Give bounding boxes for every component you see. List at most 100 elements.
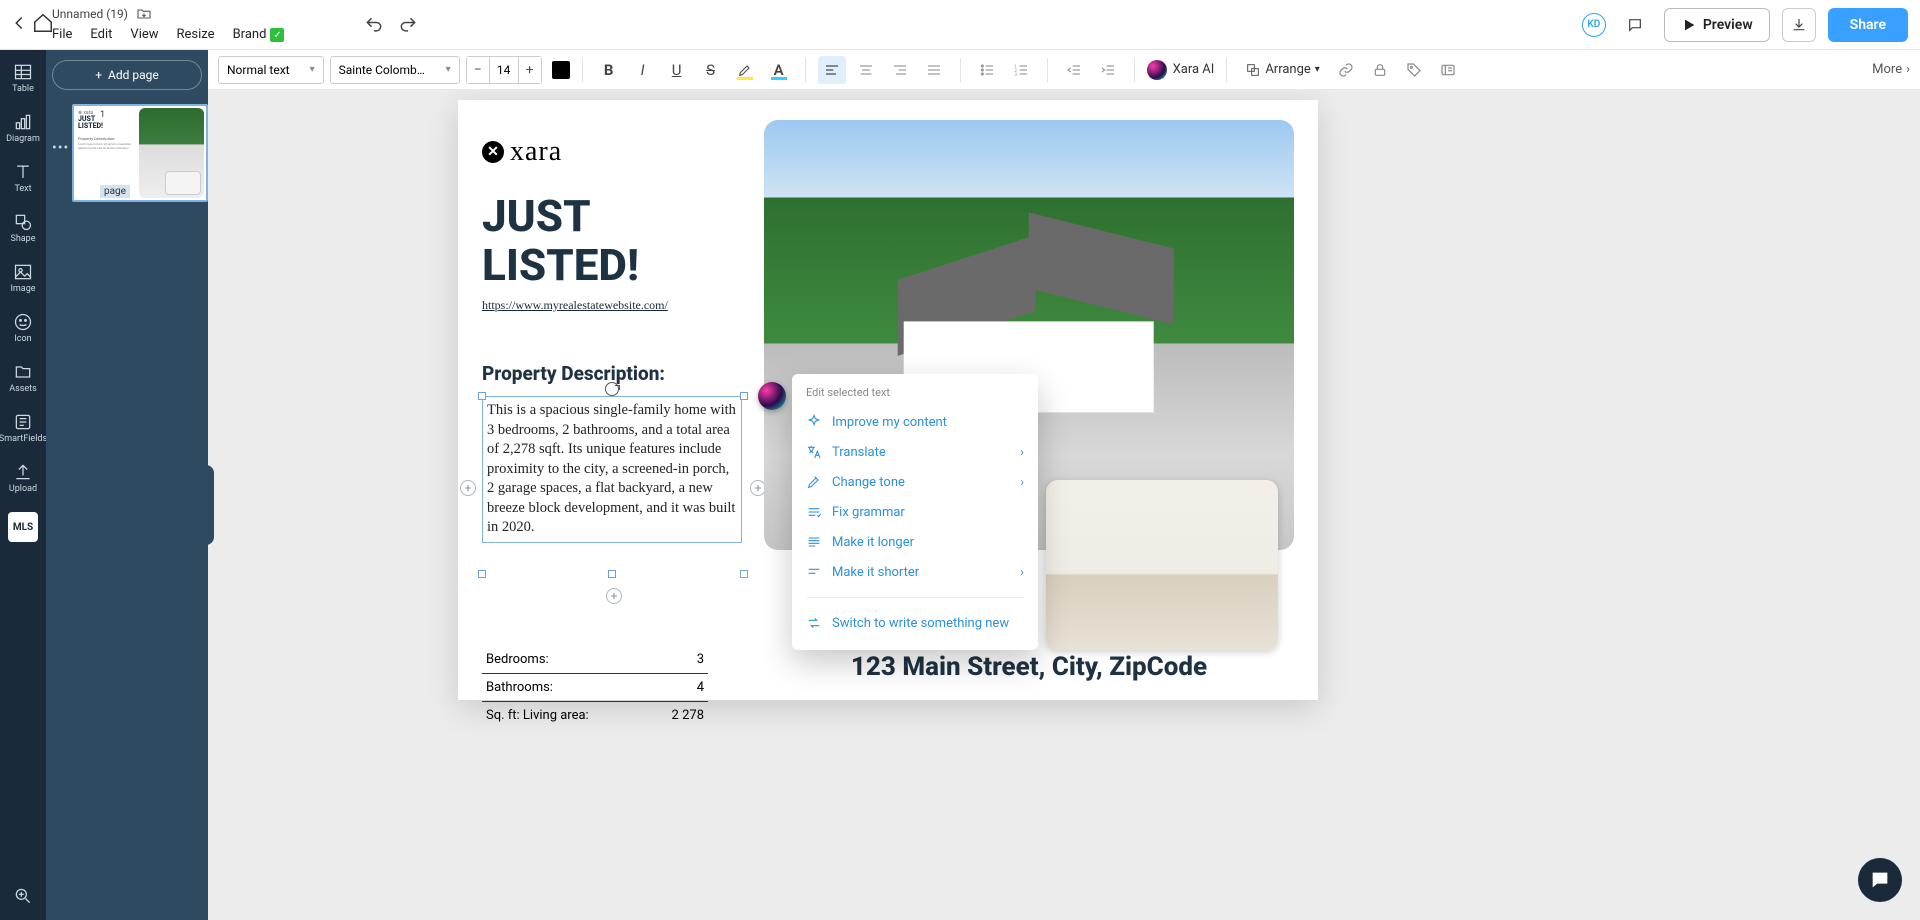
text-color-swatch[interactable] bbox=[552, 61, 570, 79]
move-to-folder-icon[interactable] bbox=[136, 6, 152, 22]
menu-view[interactable]: View bbox=[130, 27, 158, 42]
resize-handle[interactable] bbox=[478, 392, 486, 400]
add-page-button[interactable]: +Add page bbox=[52, 60, 202, 90]
document-name[interactable]: Unnamed (19) bbox=[52, 7, 128, 21]
ai-translate[interactable]: Translate› bbox=[792, 437, 1038, 467]
rail-upload[interactable]: Upload bbox=[0, 462, 46, 494]
app-header: Unnamed (19) File Edit View Resize Brand… bbox=[0, 0, 1920, 50]
align-center-icon[interactable] bbox=[852, 56, 880, 84]
preview-button[interactable]: Preview bbox=[1664, 8, 1770, 42]
text-style-select[interactable]: Normal text▾ bbox=[218, 56, 324, 84]
lock-icon[interactable] bbox=[1366, 56, 1394, 84]
ai-fix-grammar[interactable]: Fix grammar bbox=[792, 497, 1038, 527]
rail-icon[interactable]: Icon bbox=[0, 312, 46, 344]
back-home[interactable] bbox=[8, 12, 54, 34]
detail-value: 2 278 bbox=[672, 708, 704, 723]
ai-context-menu: Edit selected text Improve my content Tr… bbox=[792, 374, 1038, 650]
page-logo[interactable]: ✕ xara bbox=[482, 136, 562, 168]
menu-brand[interactable]: Brand✓ bbox=[233, 27, 285, 43]
section-title[interactable]: Property Description: bbox=[482, 362, 665, 385]
rail-zoom[interactable] bbox=[0, 886, 46, 906]
panel-expand-handle[interactable] bbox=[208, 465, 214, 545]
page-link[interactable]: https://www.myrealestatewebsite.com/ bbox=[482, 298, 668, 313]
bullet-list-icon[interactable] bbox=[973, 56, 1001, 84]
rotate-handle[interactable] bbox=[605, 382, 619, 396]
menu-resize[interactable]: Resize bbox=[177, 27, 215, 42]
left-tool-rail: Table Diagram Text Shape Image Icon Asse… bbox=[0, 50, 46, 920]
font-family-select[interactable]: Sainte Colombe Light▾ bbox=[330, 56, 460, 84]
page-thumbnail-1[interactable]: 1 ⊗ xara JUSTLISTED! Property Descriptio… bbox=[72, 104, 208, 202]
ai-improve-content[interactable]: Improve my content bbox=[792, 407, 1038, 437]
svg-text:3: 3 bbox=[1014, 72, 1017, 78]
smartfield-insert-icon[interactable] bbox=[1434, 56, 1462, 84]
page-title[interactable]: JUSTLISTED! bbox=[482, 192, 639, 291]
xara-ai-button[interactable]: Xara AI bbox=[1147, 60, 1215, 80]
rail-assets[interactable]: Assets bbox=[0, 362, 46, 394]
detail-value: 4 bbox=[697, 680, 704, 695]
canvas-area[interactable]: ✕ xara JUSTLISTED! https://www.myrealest… bbox=[208, 90, 1920, 920]
comments-icon[interactable] bbox=[1618, 8, 1652, 42]
font-size-increase[interactable]: + bbox=[519, 57, 541, 83]
address-text[interactable]: 123 Main Street, City, ZipCode bbox=[764, 652, 1294, 682]
text-toolbar: Normal text▾ Sainte Colombe Light▾ − + B… bbox=[208, 50, 1920, 90]
ai-make-shorter[interactable]: Make it shorter› bbox=[792, 557, 1038, 587]
rail-diagram[interactable]: Diagram bbox=[0, 112, 46, 144]
rail-mls[interactable]: MLS bbox=[8, 512, 38, 542]
add-handle-bottom[interactable]: + bbox=[606, 588, 622, 604]
page-thumb-menu-icon[interactable]: ••• bbox=[52, 140, 69, 156]
bold-icon[interactable]: B bbox=[595, 56, 623, 84]
text-color-icon[interactable]: A bbox=[765, 56, 793, 84]
share-button[interactable]: Share bbox=[1828, 8, 1908, 42]
font-size-input[interactable] bbox=[489, 57, 519, 83]
chevron-right-icon: › bbox=[1906, 62, 1910, 77]
plus-icon: + bbox=[95, 68, 102, 82]
font-size-decrease[interactable]: − bbox=[467, 57, 489, 83]
rail-table[interactable]: Table bbox=[0, 62, 46, 94]
rail-smartfields[interactable]: SmartFields bbox=[0, 412, 46, 444]
rail-image[interactable]: Image bbox=[0, 262, 46, 294]
align-right-icon[interactable] bbox=[886, 56, 914, 84]
resize-handle[interactable] bbox=[478, 570, 486, 578]
ai-make-longer[interactable]: Make it longer bbox=[792, 527, 1038, 557]
detail-label: Bedrooms: bbox=[486, 652, 549, 667]
download-button[interactable] bbox=[1782, 8, 1816, 42]
align-left-icon[interactable] bbox=[818, 56, 846, 84]
chat-fab[interactable] bbox=[1858, 858, 1902, 902]
align-justify-icon[interactable] bbox=[920, 56, 948, 84]
numbered-list-icon[interactable]: 123 bbox=[1007, 56, 1035, 84]
menu-edit[interactable]: Edit bbox=[90, 27, 112, 42]
chevron-down-icon: ▾ bbox=[1315, 64, 1320, 75]
user-avatar[interactable]: KD bbox=[1582, 13, 1606, 37]
underline-icon[interactable]: U bbox=[663, 56, 691, 84]
pages-panel: +Add page ••• 1 ⊗ xara JUSTLISTED! Prope… bbox=[46, 50, 208, 920]
redo-icon[interactable] bbox=[398, 15, 418, 35]
indent-decrease-icon[interactable] bbox=[1060, 56, 1088, 84]
rail-text[interactable]: Text bbox=[0, 162, 46, 194]
description-text-box[interactable]: This is a spacious single-family home wi… bbox=[482, 396, 742, 543]
indent-increase-icon[interactable] bbox=[1094, 56, 1122, 84]
strikethrough-icon[interactable]: S bbox=[697, 56, 725, 84]
ai-orb-icon[interactable] bbox=[758, 382, 786, 410]
property-details-table[interactable]: Bedrooms:3 Bathrooms:4 Sq. ft: Living ar… bbox=[482, 648, 708, 729]
ai-switch-mode[interactable]: Switch to write something new bbox=[792, 608, 1038, 638]
chevron-down-icon: ▾ bbox=[310, 64, 315, 75]
ai-menu-header: Edit selected text bbox=[792, 384, 1038, 407]
resize-handle[interactable] bbox=[740, 392, 748, 400]
tag-icon[interactable] bbox=[1400, 56, 1428, 84]
brand-check-icon: ✓ bbox=[270, 28, 284, 42]
link-icon[interactable] bbox=[1332, 56, 1360, 84]
undo-icon[interactable] bbox=[364, 15, 384, 35]
menu-file[interactable]: File bbox=[52, 27, 72, 42]
page-number: 1 bbox=[100, 110, 105, 120]
add-handle-left[interactable]: + bbox=[460, 480, 476, 496]
arrange-button[interactable]: Arrange▾ bbox=[1239, 56, 1326, 84]
more-button[interactable]: More› bbox=[1872, 62, 1910, 77]
resize-handle[interactable] bbox=[740, 570, 748, 578]
italic-icon[interactable]: I bbox=[629, 56, 657, 84]
ai-change-tone[interactable]: Change tone› bbox=[792, 467, 1038, 497]
resize-handle[interactable] bbox=[608, 570, 616, 578]
rail-shape[interactable]: Shape bbox=[0, 212, 46, 244]
font-size-stepper[interactable]: − + bbox=[466, 56, 542, 84]
highlight-color-icon[interactable] bbox=[731, 56, 759, 84]
kitchen-inset-image[interactable] bbox=[1046, 480, 1278, 650]
